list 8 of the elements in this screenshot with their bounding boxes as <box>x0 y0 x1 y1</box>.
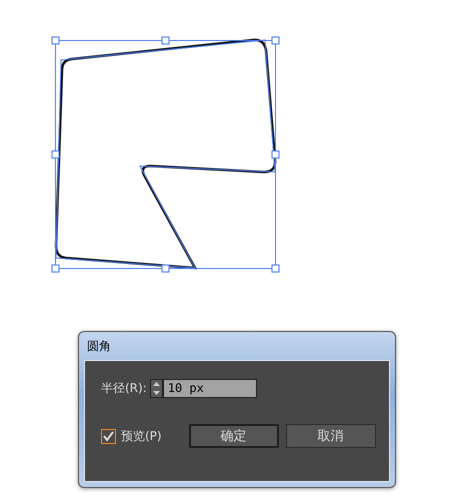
preview-label: 预览(P) <box>121 428 162 444</box>
dialog-button[interactable]: 确定 <box>188 424 279 448</box>
spinner-arrows-icon[interactable] <box>150 379 163 398</box>
dialog-title: 圆角 <box>87 338 111 354</box>
preview-checkbox[interactable] <box>101 428 116 444</box>
dialog-button[interactable]: 取消 <box>286 424 376 448</box>
radius-input-field[interactable]: 10 px <box>162 379 257 398</box>
radius-label: 半径(R): <box>101 380 147 397</box>
